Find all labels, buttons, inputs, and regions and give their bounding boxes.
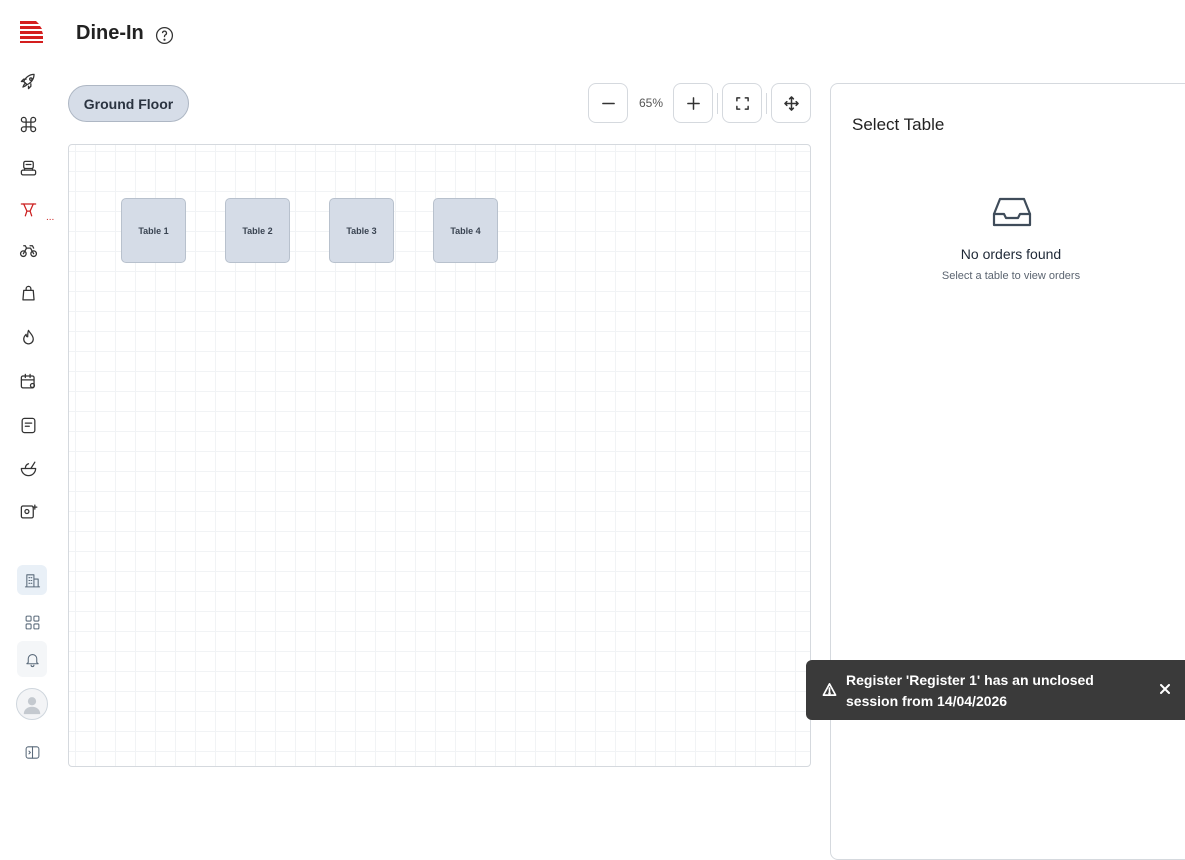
zoom-in-button[interactable] — [673, 83, 713, 123]
panel-title: Select Table — [852, 115, 945, 134]
empty-state-title: No orders found — [960, 246, 1062, 262]
sidebar-item-commands[interactable] — [16, 112, 40, 136]
sidebar-item-launch[interactable] — [16, 69, 40, 93]
plus-icon — [686, 96, 700, 110]
help-button[interactable] — [155, 26, 174, 45]
logo-icon[interactable] — [18, 18, 44, 44]
table-card[interactable]: Table 1 — [121, 198, 186, 263]
food-bowl-icon — [20, 461, 36, 476]
user-avatar[interactable] — [16, 688, 48, 720]
command-icon — [20, 116, 36, 132]
minus-icon — [601, 102, 615, 104]
sidebar-item-media[interactable] — [16, 499, 40, 523]
active-indicator: ... — [46, 212, 55, 223]
zoom-out-button[interactable] — [588, 83, 628, 123]
sidebar-item-register[interactable] — [16, 156, 40, 180]
toolbar-divider — [766, 93, 767, 114]
app-root: ... Dine-In Ground Floor 65% Table 1 Tab… — [0, 0, 1185, 860]
rocket-icon — [20, 73, 35, 89]
floor-tab-ground-floor[interactable]: Ground Floor — [68, 85, 189, 122]
pan-button[interactable] — [771, 83, 811, 123]
sidebar-item-delivery[interactable] — [16, 238, 40, 262]
zoom-level: 65% — [638, 96, 664, 110]
sidebar-item-invoices[interactable] — [16, 413, 40, 437]
table-card[interactable]: Table 4 — [433, 198, 498, 263]
warning-icon — [822, 682, 837, 697]
sidebar-item-reservations[interactable] — [16, 369, 40, 393]
sidebar-item-business[interactable] — [17, 565, 47, 595]
add-image-icon — [20, 504, 37, 518]
sidebar-item-notifications[interactable] — [17, 641, 47, 677]
sidebar-item-dine-in[interactable] — [16, 197, 40, 221]
delivery-bike-icon — [19, 244, 37, 257]
toast-notification: Register 'Register 1' has an unclosed se… — [806, 660, 1185, 720]
table-card[interactable]: Table 3 — [329, 198, 394, 263]
orders-panel: Select Table No orders found Select a ta… — [830, 83, 1185, 860]
register-icon — [20, 160, 36, 175]
inbox-icon — [991, 194, 1033, 230]
move-icon — [783, 95, 799, 111]
help-icon — [155, 26, 174, 45]
bell-icon — [25, 653, 39, 667]
receipt-icon — [21, 417, 35, 433]
sidebar-toggle-button[interactable] — [17, 737, 47, 767]
sidebar-toggle-icon — [25, 745, 39, 759]
empty-state-subtitle: Select a table to view orders — [941, 270, 1081, 282]
fullscreen-icon — [735, 96, 749, 110]
toast-close-button[interactable] — [1158, 682, 1172, 696]
sidebar-item-kitchen[interactable] — [16, 325, 40, 349]
grid-icon — [25, 615, 39, 629]
page-title: Dine-In — [76, 22, 144, 44]
sidebar: ... — [0, 0, 60, 860]
sidebar-item-menu[interactable] — [16, 456, 40, 480]
calendar-settings-icon — [20, 373, 35, 388]
fullscreen-button[interactable] — [722, 83, 762, 123]
toast-message: Register 'Register 1' has an unclosed se… — [846, 672, 1094, 709]
bag-icon — [21, 285, 35, 300]
flame-icon — [22, 329, 34, 344]
sidebar-item-orders[interactable] — [16, 281, 40, 305]
building-icon — [24, 573, 40, 587]
avatar-icon — [23, 697, 41, 715]
table-card[interactable]: Table 2 — [225, 198, 290, 263]
toolbar-divider — [717, 93, 718, 114]
dine-in-icon — [20, 202, 36, 216]
close-icon — [1160, 684, 1170, 694]
sidebar-item-apps[interactable] — [17, 607, 47, 637]
floor-plan-canvas[interactable]: Table 1 Table 2 Table 3 Table 4 — [68, 144, 811, 767]
